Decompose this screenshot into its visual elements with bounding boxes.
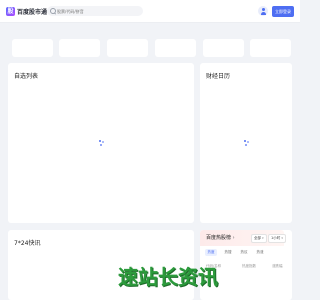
- chevron-right-icon: ›: [232, 235, 235, 241]
- column-header-heat: 热度指数: [242, 264, 256, 268]
- period-select[interactable]: 1小时 ▾: [268, 234, 286, 243]
- search-box[interactable]: [47, 6, 143, 16]
- chevron-down-icon: ▾: [281, 236, 283, 240]
- index-card[interactable]: [59, 39, 100, 57]
- watchlist-title: 自选列表: [14, 73, 39, 80]
- loading-spinner-icon: [99, 140, 105, 146]
- calendar-panel: 财经日历: [200, 63, 292, 223]
- column-header-change: 涨跌幅: [272, 264, 283, 268]
- tab-hot[interactable]: 热度: [205, 249, 217, 256]
- top-header: 股 百度股市通 立即登录: [0, 0, 300, 23]
- watermark: 速站长资讯: [118, 264, 242, 290]
- loading-spinner-icon: [244, 140, 250, 146]
- index-card[interactable]: [107, 39, 148, 57]
- index-card[interactable]: [203, 39, 244, 57]
- hot-stock-title-text: 百度热股榜: [206, 235, 232, 241]
- watermark-text: 速站长资讯: [118, 265, 218, 289]
- news-title: 7*24快讯: [14, 240, 41, 247]
- tab-rise[interactable]: 热涨: [254, 249, 266, 256]
- calendar-title: 财经日历: [206, 73, 231, 80]
- user-avatar-icon[interactable]: [258, 6, 268, 16]
- watchlist-panel: 自选列表: [8, 63, 194, 223]
- login-button[interactable]: 立即登录: [272, 6, 294, 17]
- logo-text: 百度股市通: [17, 8, 48, 16]
- tab-discuss[interactable]: 热议: [238, 249, 250, 256]
- index-card[interactable]: [155, 39, 196, 57]
- market-select-value: 全部: [254, 236, 261, 240]
- logo[interactable]: 股 百度股市通: [6, 6, 47, 16]
- hot-stock-header: 百度热股榜 › 全部 ▾ 1小时 ▾: [200, 230, 286, 246]
- logo-icon: 股: [6, 6, 15, 16]
- tab-search[interactable]: 热搜: [222, 249, 234, 256]
- period-select-value: 1小时: [271, 236, 281, 240]
- search-icon: [47, 6, 57, 16]
- hot-stock-title[interactable]: 百度热股榜 ›: [206, 234, 235, 241]
- index-card[interactable]: [250, 39, 291, 57]
- index-card[interactable]: [12, 39, 53, 57]
- chevron-down-icon: ▾: [262, 236, 264, 240]
- search-input[interactable]: [57, 6, 139, 16]
- market-select[interactable]: 全部 ▾: [251, 234, 267, 243]
